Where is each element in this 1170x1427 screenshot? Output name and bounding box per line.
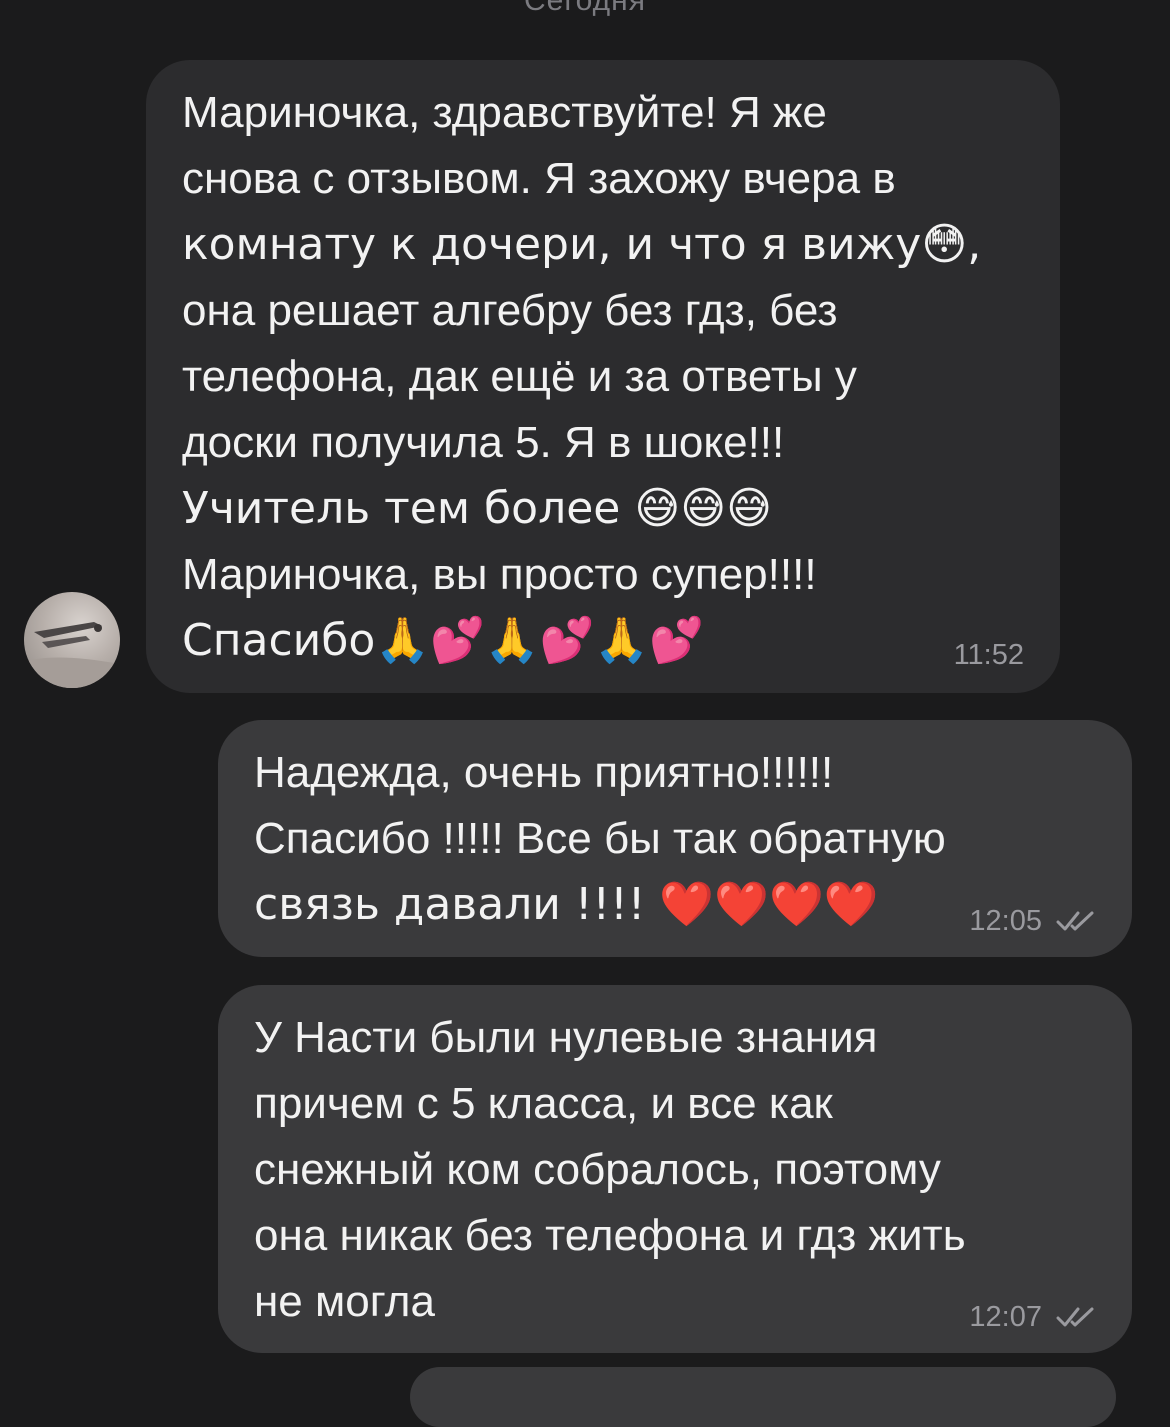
date-header: Сегодня [524, 0, 646, 17]
message-line: причем с 5 класса, и все как [254, 1079, 833, 1128]
message-bubble-outgoing[interactable]: У Насти были нулевые знания причем с 5 к… [218, 985, 1132, 1353]
message-meta: 12:05 [969, 905, 1096, 937]
message-time: 11:52 [953, 639, 1024, 671]
message-line: Спасибо !!!!! Все бы так обратную [254, 814, 946, 863]
message-line: снежный ком собралось, поэтому [254, 1145, 941, 1194]
message-bubble-outgoing[interactable]: Надежда, очень приятно!!!!!! Спасибо !!!… [218, 720, 1132, 957]
message-time: 12:05 [969, 905, 1042, 937]
double-check-icon [1056, 911, 1094, 931]
message-line: доски получила 5. Я в шоке!!! [182, 418, 785, 467]
message-line: она решает алгебру без гдз, без [182, 286, 838, 335]
message-line: комнату к дочери, и что я вижу😳, [182, 219, 982, 270]
message-line: У Насти были нулевые знания [254, 1013, 878, 1062]
message-line: Мариночка, вы просто супер!!!! [182, 550, 817, 599]
message-meta: 12:07 [969, 1301, 1096, 1333]
avatar[interactable] [24, 592, 120, 688]
avatar-image [24, 622, 120, 688]
message-line: Учитель тем более 😅😅😅 [182, 483, 772, 534]
message-bubble-outgoing-partial[interactable] [410, 1367, 1116, 1427]
message-line: она никак без телефона и гдз жить [254, 1211, 966, 1260]
message-meta: 11:52 [954, 639, 1024, 671]
message-bubble-incoming[interactable]: Мариночка, здравствуйте! Я же снова с от… [146, 60, 1060, 693]
message-line: Мариночка, здравствуйте! Я же [182, 88, 827, 137]
message-line: Надежда, очень приятно!!!!!! [254, 748, 834, 797]
message-line: Спасибо🙏💕🙏💕🙏💕 [182, 615, 705, 666]
message-line: снова с отзывом. Я захожу вчера в [182, 154, 896, 203]
double-check-icon [1056, 1307, 1094, 1327]
message-line: телефона, дак ещё и за ответы у [182, 352, 857, 401]
message-time: 12:07 [969, 1301, 1042, 1333]
